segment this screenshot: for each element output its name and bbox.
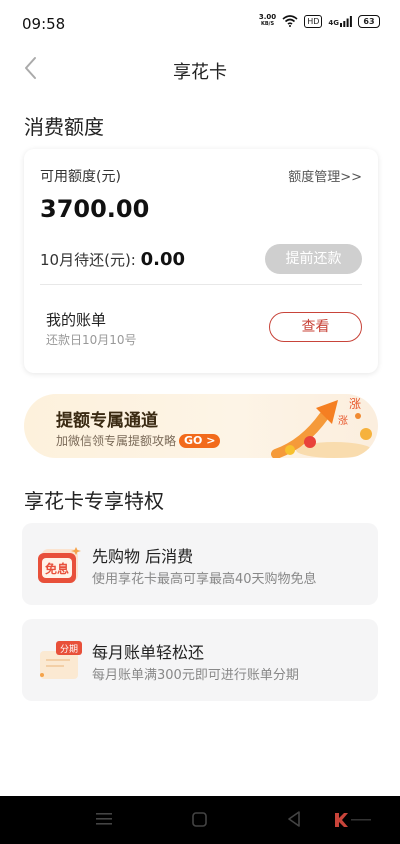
credit-increase-banner[interactable]: 提额专属通道 加微信领专属提额攻略 GO > 涨 涨 — [24, 394, 378, 458]
signal-bars-icon — [340, 15, 352, 27]
available-credit-amount: 3700.00 — [40, 195, 150, 223]
my-bill-title: 我的账单 — [46, 311, 107, 329]
network-speed: 3.00 KB/S — [259, 14, 276, 28]
wifi-icon — [282, 15, 298, 27]
view-bill-button[interactable]: 查看 — [269, 312, 362, 342]
quota-section-title: 消费额度 — [24, 115, 104, 139]
banner-subtitle: 加微信领专属提额攻略 GO > — [56, 432, 221, 449]
free-interest-icon: 免息 — [38, 547, 81, 583]
battery-icon: 63 — [358, 14, 380, 28]
speed-value: 3.00 — [258, 13, 277, 21]
perks-section-title: 享花卡专享特权 — [24, 489, 164, 513]
credit-management-link[interactable]: 额度管理>> — [288, 166, 362, 185]
network-type: 4G — [328, 18, 339, 27]
perk-title: 每月账单轻松还 — [92, 643, 205, 662]
perk-subtitle: 使用享花卡最高可享最高40天购物免息 — [92, 572, 317, 587]
rising-arrow-icon: 涨 涨 — [271, 396, 372, 458]
signal-icon: 4G — [328, 15, 352, 27]
back-triangle-icon[interactable] — [287, 811, 301, 827]
system-nav-bar — [0, 796, 400, 844]
status-icons: 3.00 KB/S HD 4G 63 — [259, 14, 380, 28]
rise-char-1: 涨 — [349, 396, 361, 411]
go-label: GO — [184, 434, 203, 447]
perk-card-installment[interactable]: 分期 每月账单轻松还 每月账单满300元即可进行账单分期 — [22, 619, 378, 701]
repayment-date: 还款日10月10号 — [46, 333, 137, 347]
page-title: 享花卡 — [173, 62, 227, 83]
due-row: 10月待还(元): 0.00 — [40, 249, 185, 270]
divider — [40, 284, 362, 285]
brand-k-icon — [335, 813, 371, 827]
installment-icon: 分期 — [40, 641, 82, 679]
status-bar: 09:58 3.00 KB/S HD 4G 63 — [0, 0, 400, 48]
status-time: 09:58 — [22, 15, 66, 33]
home-icon[interactable] — [192, 812, 207, 827]
go-arrow: > — [206, 434, 216, 447]
installment-badge: 分期 — [60, 644, 78, 655]
speed-unit: KB/S — [260, 21, 275, 27]
free-interest-badge: 免息 — [45, 561, 69, 576]
go-button[interactable]: GO > — [179, 434, 221, 448]
due-value: 0.00 — [140, 249, 186, 270]
perk-title: 先购物 后消费 — [92, 547, 194, 566]
banner-title: 提额专属通道 — [56, 411, 158, 431]
credit-card: 可用额度(元) 额度管理>> 3700.00 10月待还(元): 0.00 提前… — [24, 149, 378, 373]
menu-icon[interactable] — [96, 812, 112, 826]
perk-card-free-interest[interactable]: 免息 先购物 后消费 使用享花卡最高可享最高40天购物免息 — [22, 523, 378, 605]
rise-char-2: 涨 — [338, 415, 348, 427]
battery-level: 63 — [363, 16, 375, 26]
early-repay-button[interactable]: 提前还款 — [265, 244, 362, 274]
hd-badge: HD — [304, 14, 323, 28]
perk-subtitle: 每月账单满300元即可进行账单分期 — [92, 668, 299, 683]
banner-subtitle-text: 加微信领专属提额攻略 — [56, 434, 177, 448]
due-label: 10月待还(元): — [40, 251, 136, 269]
available-credit-label: 可用额度(元) — [40, 169, 121, 185]
